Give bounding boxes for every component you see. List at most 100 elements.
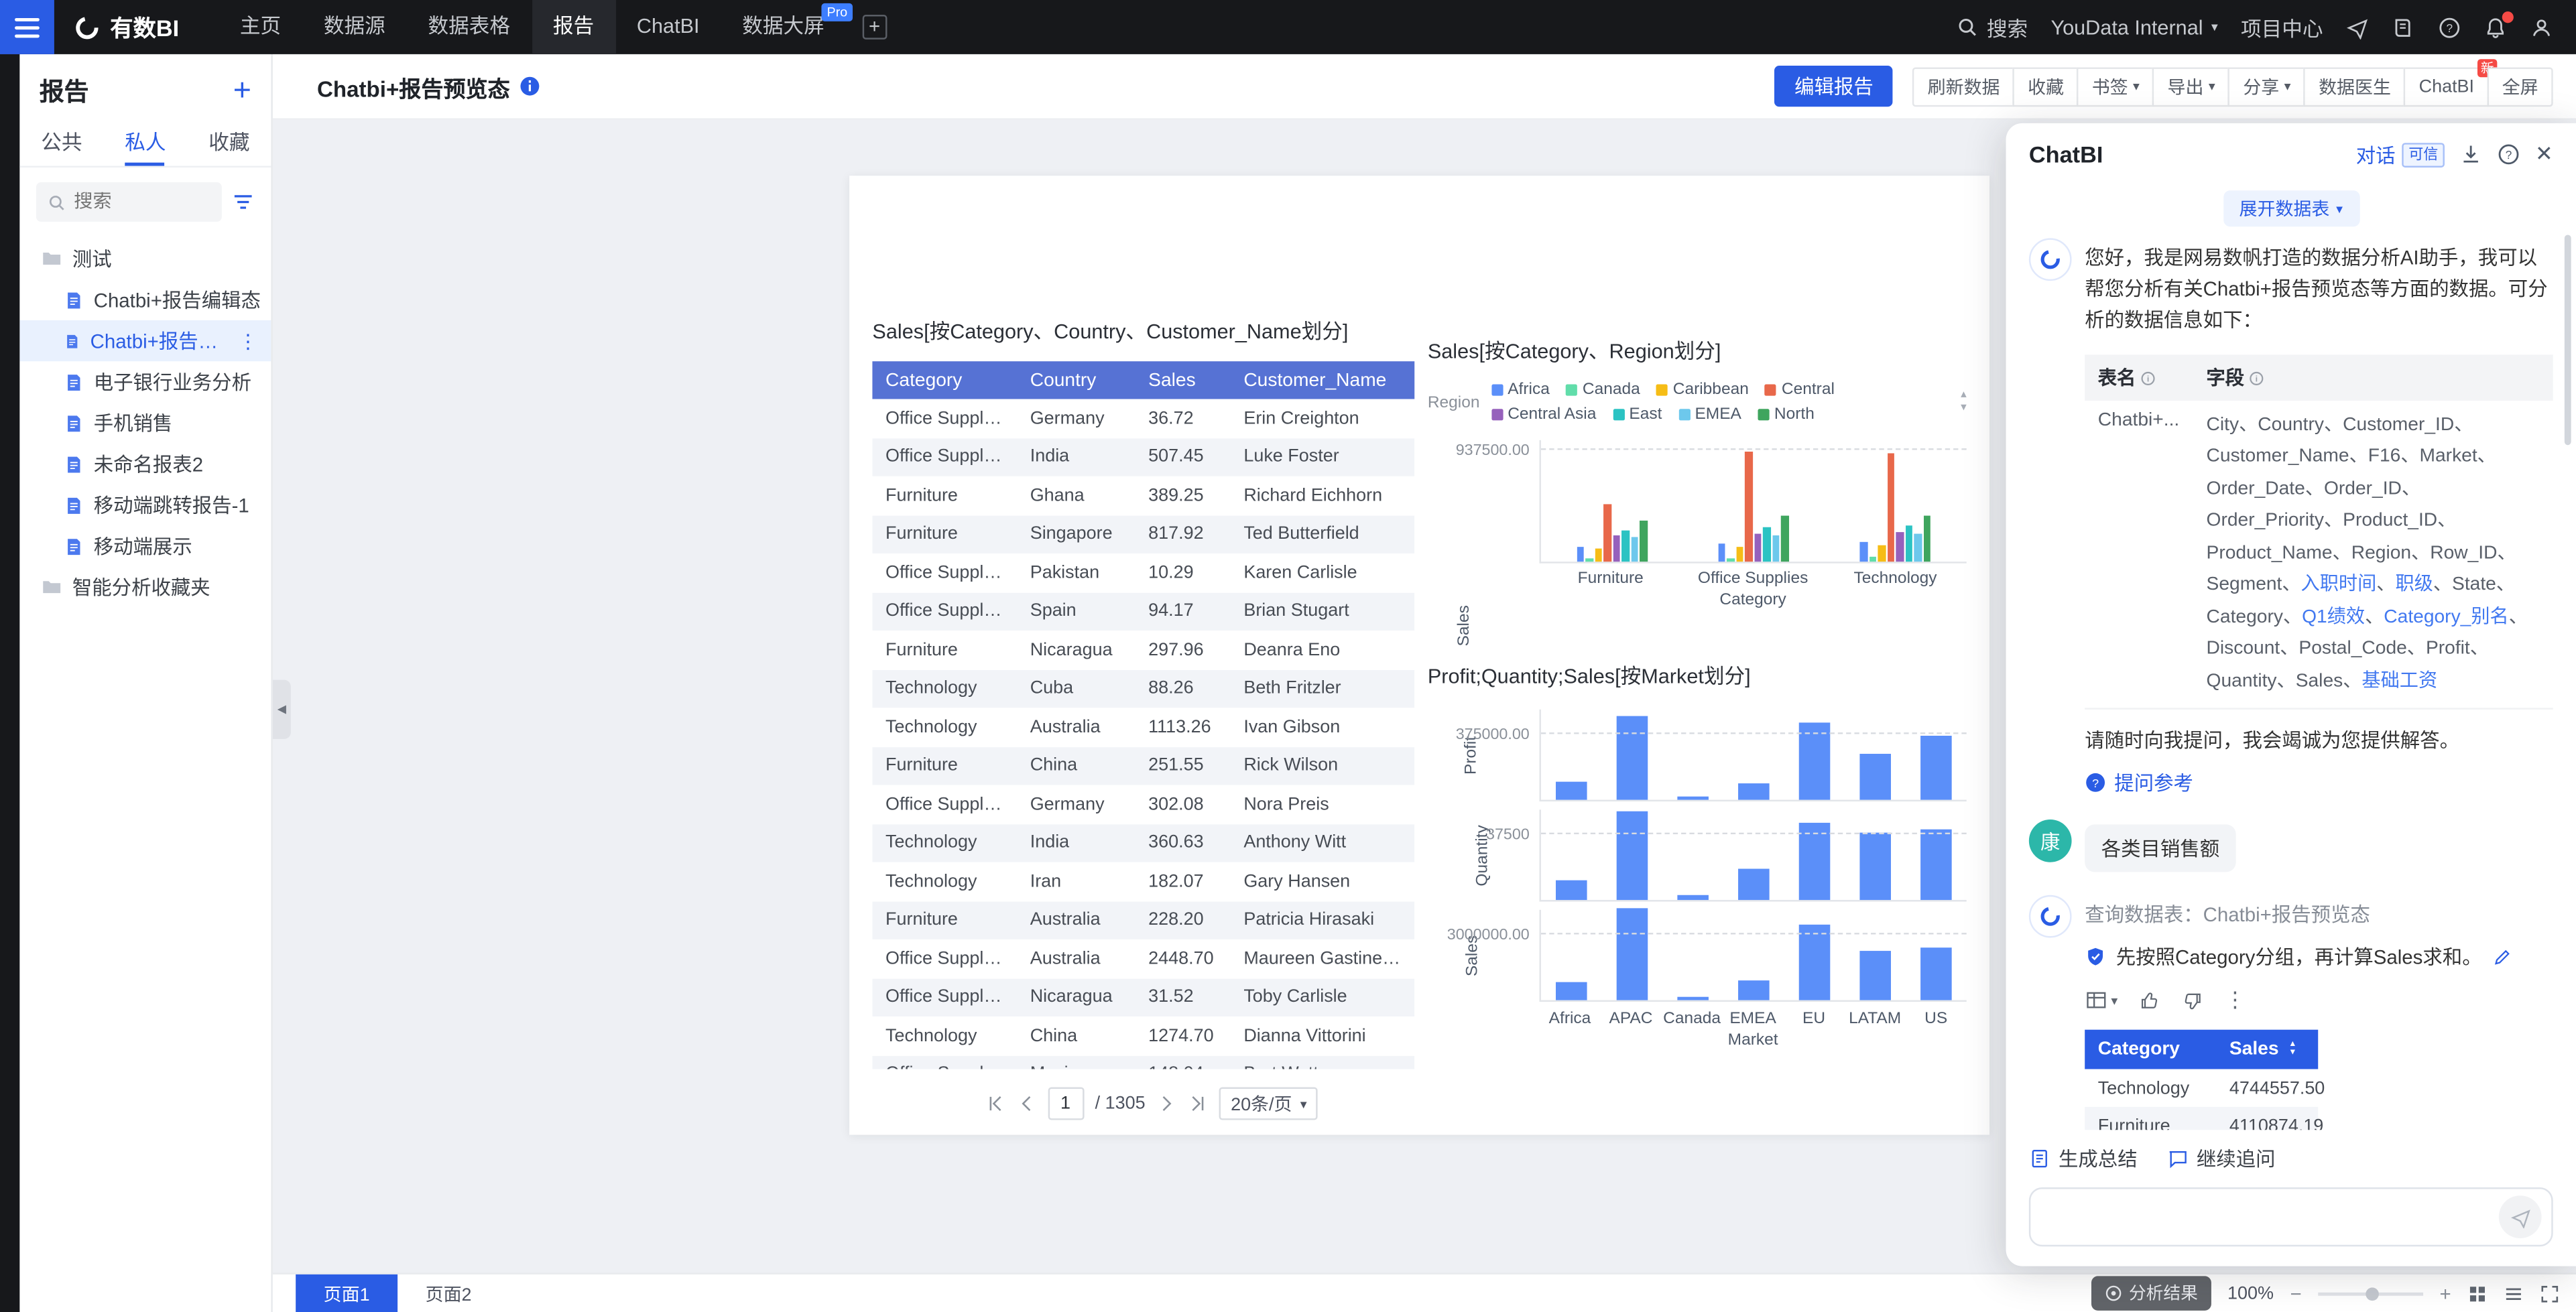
sort-icon[interactable]: ▲▼ xyxy=(2288,1041,2296,1059)
chat-input[interactable] xyxy=(2047,1205,2499,1228)
bar[interactable] xyxy=(1617,811,1648,900)
bar[interactable] xyxy=(1924,515,1931,562)
action-button[interactable]: 分享▾ xyxy=(2228,66,2305,106)
add-report-button[interactable]: + xyxy=(233,76,251,107)
action-button[interactable]: 全屏 xyxy=(2488,66,2553,106)
bar[interactable] xyxy=(1738,980,1770,1000)
next-page-icon[interactable] xyxy=(1157,1094,1176,1113)
action-button[interactable]: 导出▾ xyxy=(2152,66,2229,106)
table-row[interactable]: FurnitureGhana389.25Richard Eichhorn xyxy=(872,476,1414,515)
project-center-link[interactable]: 项目中心 xyxy=(2241,11,2323,43)
bar[interactable] xyxy=(1920,830,1952,900)
sidebar-report-item[interactable]: Chatbi+报告预览态⋮ xyxy=(19,320,271,361)
zoom-slider-handle[interactable] xyxy=(2366,1287,2379,1300)
bar[interactable] xyxy=(1906,525,1913,562)
nav-item-1[interactable]: 主页 xyxy=(219,0,302,54)
table-row[interactable]: TechnologyCuba88.26Beth Fritzler xyxy=(872,669,1414,708)
table-row[interactable]: FurnitureSingapore817.92Ted Butterfield xyxy=(872,515,1414,553)
result-row[interactable]: Furniture4110874.19 xyxy=(2085,1108,2318,1130)
legend-item[interactable]: East xyxy=(1613,405,1662,423)
app-logo[interactable]: 有数BI xyxy=(74,11,179,44)
table-row[interactable]: FurnitureChina251.55Rick Wilson xyxy=(872,746,1414,785)
bar[interactable] xyxy=(1859,951,1891,1000)
bar[interactable] xyxy=(1677,797,1709,799)
zoom-slider[interactable] xyxy=(2318,1292,2423,1295)
zoom-out-button[interactable]: − xyxy=(2290,1282,2301,1305)
user-avatar-icon[interactable] xyxy=(2530,15,2553,38)
bar[interactable] xyxy=(1727,558,1735,562)
column-header[interactable]: Customer_Name xyxy=(1231,371,1415,390)
legend-item[interactable]: Africa xyxy=(1491,381,1550,399)
more-options-icon[interactable]: ⋮ xyxy=(2225,988,2246,1014)
nav-item-4[interactable]: 报告 xyxy=(532,0,615,54)
edit-pencil-icon[interactable] xyxy=(2492,947,2511,967)
sidebar-report-item[interactable]: 电子银行业务分析 xyxy=(19,361,271,402)
bar[interactable] xyxy=(1631,537,1638,562)
result-row[interactable]: Technology4744557.50 xyxy=(2085,1070,2318,1108)
table-row[interactable]: TechnologyAustralia1113.26Ivan Gibson xyxy=(872,708,1414,746)
table-row[interactable]: Office SuppliesGermany36.72Erin Creighto… xyxy=(872,399,1414,438)
info-icon[interactable] xyxy=(519,76,541,97)
global-search[interactable]: 搜索 xyxy=(1957,11,2028,43)
bar[interactable] xyxy=(1869,557,1877,562)
bar[interactable] xyxy=(1878,545,1886,562)
current-page-input[interactable]: 1 xyxy=(1048,1087,1084,1120)
bar[interactable] xyxy=(1617,908,1648,1000)
table-row[interactable]: FurnitureNicaragua297.96Deanra Eno xyxy=(872,631,1414,669)
bar[interactable] xyxy=(1613,535,1620,562)
quick-action-button[interactable]: 生成总结 xyxy=(2029,1144,2138,1173)
legend-item[interactable]: Central xyxy=(1765,381,1835,399)
sidebar-folder[interactable]: 智能分析收藏夹 xyxy=(19,567,271,608)
scrollbar[interactable] xyxy=(2565,235,2571,445)
docs-icon[interactable] xyxy=(2392,15,2415,38)
table-row[interactable]: TechnologyIndia360.63Anthony Witt xyxy=(872,824,1414,862)
bar[interactable] xyxy=(1556,982,1587,1000)
legend-item[interactable]: Caribbean xyxy=(1656,381,1749,399)
zoom-in-button[interactable]: + xyxy=(2440,1282,2451,1305)
bar[interactable] xyxy=(1737,547,1744,562)
column-header[interactable]: Country xyxy=(1017,371,1135,390)
thumbs-up-icon[interactable] xyxy=(2139,990,2160,1012)
sidebar-search[interactable] xyxy=(36,182,222,222)
legend-item[interactable]: EMEA xyxy=(1678,405,1741,423)
bar[interactable] xyxy=(1782,516,1789,562)
send-icon[interactable] xyxy=(2499,1195,2542,1238)
table-row[interactable]: Office SuppliesIndia507.45Luke Foster xyxy=(872,438,1414,476)
notifications-bell-icon[interactable] xyxy=(2484,15,2507,38)
legend-item[interactable]: Central Asia xyxy=(1491,405,1597,423)
bar[interactable] xyxy=(1617,715,1648,799)
nav-item-3[interactable]: 数据表格 xyxy=(407,0,532,54)
table-row[interactable]: TechnologyChina1274.70Dianna Vittorini xyxy=(872,1016,1414,1055)
sidebar-collapse-handle[interactable]: ◀ xyxy=(273,680,291,739)
bar[interactable] xyxy=(1738,783,1770,800)
bar[interactable] xyxy=(1888,453,1895,562)
tab-private[interactable]: 私人 xyxy=(125,121,166,166)
bar[interactable] xyxy=(1920,947,1952,1000)
table-row[interactable]: Office SuppliesGermany302.08Nora Preis xyxy=(872,785,1414,824)
nav-item-5[interactable]: ChatBI xyxy=(615,0,721,54)
send-icon[interactable] xyxy=(2346,15,2369,38)
tab-favorites[interactable]: 收藏 xyxy=(208,121,249,166)
bar[interactable] xyxy=(1772,535,1780,562)
bar[interactable] xyxy=(1677,997,1709,1000)
legend-item[interactable]: Canada xyxy=(1566,381,1640,399)
ask-reference-link[interactable]: ? 提问参考 xyxy=(2085,769,2553,797)
bar[interactable] xyxy=(1859,754,1891,800)
info-icon[interactable]: i xyxy=(2249,371,2264,385)
list-view-icon[interactable] xyxy=(2504,1283,2523,1303)
bar[interactable] xyxy=(1719,543,1726,562)
bar[interactable] xyxy=(1603,504,1611,562)
bar[interactable] xyxy=(1577,547,1584,562)
page-size-select[interactable]: 20条/页 ▾ xyxy=(1219,1087,1318,1120)
prev-page-icon[interactable] xyxy=(1016,1094,1036,1113)
action-button[interactable]: 收藏 xyxy=(2013,66,2079,106)
table-row[interactable]: Office SuppliesAustralia2448.70Maureen G… xyxy=(872,939,1414,978)
quick-action-button[interactable]: 继续追问 xyxy=(2167,1144,2276,1173)
sidebar-report-item[interactable]: 移动端展示 xyxy=(19,525,271,566)
bar[interactable] xyxy=(1860,542,1867,562)
sidebar-folder[interactable]: 测试 xyxy=(19,238,271,279)
chart-type-switcher[interactable]: ▾ xyxy=(2085,990,2118,1012)
table-row[interactable]: Office SuppliesPakistan10.29Karen Carlis… xyxy=(872,553,1414,592)
bar[interactable] xyxy=(1755,533,1762,562)
info-icon[interactable]: i xyxy=(2141,371,2156,385)
